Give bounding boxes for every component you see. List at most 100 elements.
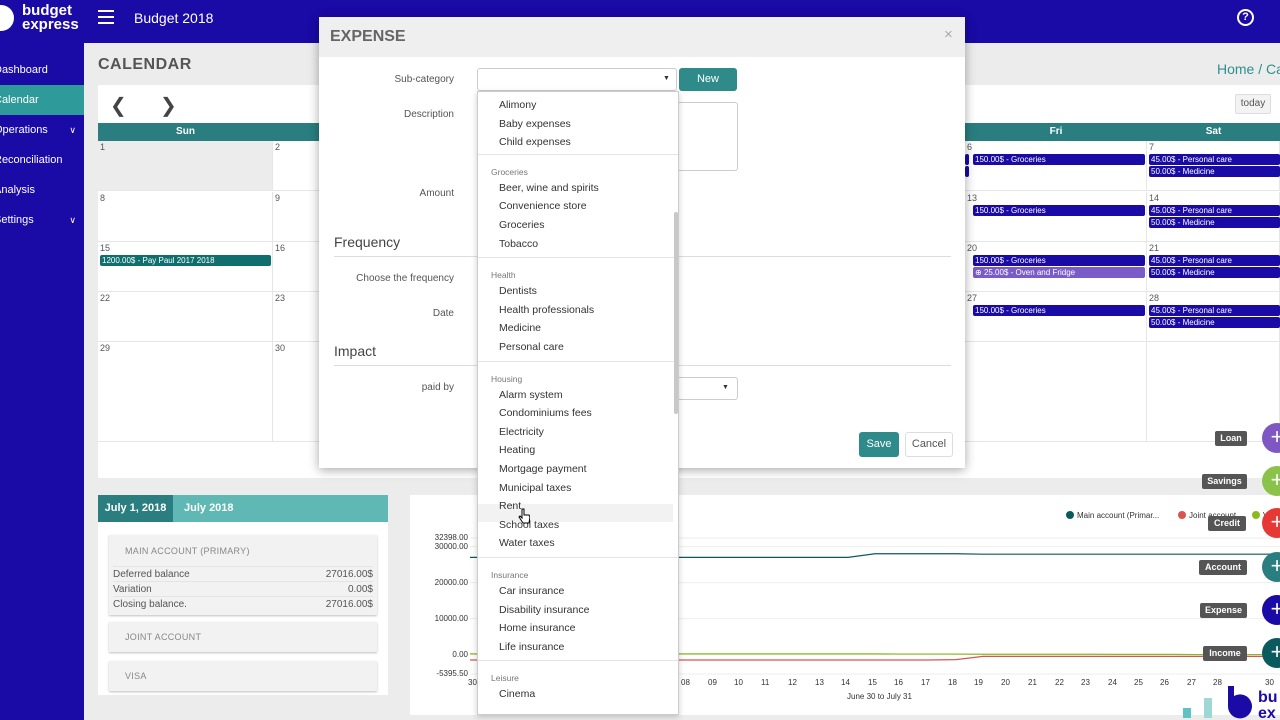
calendar-event[interactable]: 150.00$ - Groceries [973, 305, 1145, 316]
dropdown-option[interactable]: Mortgage payment [499, 463, 587, 475]
day-number: 29 [100, 343, 111, 353]
calendar-day-cell[interactable]: 30 [273, 342, 323, 442]
dropdown-option[interactable]: Tobacco [499, 238, 538, 250]
account-row: Variation 0.00$ [113, 581, 373, 596]
dropdown-separator [478, 360, 678, 362]
dropdown-option[interactable]: Convenience store [499, 200, 587, 212]
y-tick-label: 20000.00 [434, 577, 468, 587]
tab-month[interactable]: July 2018 [173, 495, 388, 522]
calendar-day-cell[interactable]: 16 [273, 242, 323, 292]
sidebar-item-calendar[interactable]: Calendar [0, 85, 84, 115]
sidebar-item-analysis[interactable]: Analysis [0, 175, 84, 205]
dropdown-option[interactable]: Heating [499, 444, 535, 456]
subcategory-label: Sub-category [394, 74, 454, 85]
sidebar-item-reconciliation[interactable]: Reconciliation [0, 145, 84, 175]
visa-account-panel[interactable]: VISA [109, 661, 377, 691]
dropdown-option[interactable]: Car insurance [499, 585, 564, 597]
dropdown-option[interactable]: Municipal taxes [499, 482, 571, 494]
dropdown-option[interactable]: Home insurance [499, 622, 575, 634]
dropdown-option[interactable]: Medicine [499, 322, 541, 334]
logo-line2: express [22, 16, 79, 33]
calendar-event[interactable]: 45.00$ - Personal care [1149, 255, 1280, 266]
fab-label-account: Account [1199, 560, 1247, 575]
calendar-day-cell[interactable]: 1 [98, 141, 273, 191]
calendar-day-cell[interactable]: 23 [273, 292, 323, 342]
calendar-day-cell[interactable] [1147, 342, 1280, 442]
calendar-day-cell[interactable]: 15 [98, 242, 273, 292]
sidebar-item-operations[interactable]: Operations ∨ [0, 115, 84, 145]
calendar-event[interactable]: 1200.00$ - Pay Paul 2017 2018 [100, 255, 271, 266]
legend-swatch [1178, 511, 1186, 519]
calendar-day-cell[interactable]: 2 [273, 141, 323, 191]
y-tick-label: 30000.00 [434, 541, 468, 551]
dropdown-option[interactable]: Groceries [499, 219, 545, 231]
tab-day[interactable]: July 1, 2018 [98, 495, 173, 522]
row-value: 0.00$ [347, 584, 373, 595]
calendar-day-cell[interactable]: 29 [98, 342, 273, 442]
calendar-day-cell[interactable]: 6 [965, 141, 1147, 191]
calendar-day-cell[interactable]: 9 [273, 192, 323, 242]
calendar-day-cell[interactable]: 27 [965, 292, 1147, 342]
dropdown-option[interactable]: Health professionals [499, 304, 594, 316]
dropdown-option[interactable]: Disability insurance [499, 604, 589, 616]
dropdown-separator [478, 557, 678, 558]
today-button[interactable]: today [1235, 94, 1271, 114]
calendar-event[interactable]: 150.00$ - Groceries [973, 154, 1145, 165]
day-number: 7 [1149, 142, 1155, 152]
day-number: 8 [100, 193, 106, 203]
calendar-day-cell[interactable] [965, 342, 1147, 442]
dropdown-option[interactable]: Water taxes [499, 537, 555, 549]
legend-item[interactable]: Main account (Primar... [1066, 511, 1159, 520]
help-icon[interactable]: ? [1237, 9, 1254, 26]
dropdown-option[interactable]: Baby expenses [499, 118, 571, 130]
calendar-event[interactable]: 45.00$ - Personal care [1149, 154, 1280, 165]
dropdown-option[interactable]: Personal care [499, 341, 564, 353]
calendar-day-cell[interactable]: 8 [98, 192, 273, 242]
calendar-event[interactable]: 45.00$ - Personal care [1149, 305, 1280, 316]
calendar-event[interactable]: 50.00$ - Medicine [1149, 267, 1280, 278]
app-logo[interactable]: budget express [22, 3, 79, 33]
calendar-event[interactable]: 45.00$ - Personal care [1149, 205, 1280, 216]
breadcrumb[interactable]: Home / Ca [1217, 61, 1280, 77]
dropdown-option[interactable]: Beer, wine and spirits [499, 182, 599, 194]
sidebar-item-label: Dashboard [0, 64, 48, 76]
cancel-button[interactable]: Cancel [905, 432, 953, 457]
calendar-event[interactable]: 50.00$ - Medicine [1149, 217, 1280, 228]
new-subcategory-button[interactable]: New [679, 68, 737, 91]
hamburger-menu-icon[interactable] [98, 10, 114, 24]
dropdown-option[interactable]: Alimony [499, 99, 536, 111]
dropdown-option[interactable]: Cinema [499, 688, 535, 700]
sidebar-item-label: Reconciliation [0, 154, 63, 166]
main-account-panel[interactable]: MAIN ACCOUNT (PRIMARY) Deferred balance 2… [109, 535, 377, 615]
calendar-event-edge[interactable] [965, 166, 969, 177]
dropdown-option[interactable]: Condominiums fees [499, 407, 592, 419]
calendar-event[interactable]: 50.00$ - Medicine [1149, 166, 1280, 177]
calendar-day-cell[interactable]: 22 [98, 292, 273, 342]
next-month-button[interactable]: ❯ [160, 93, 177, 118]
joint-account-panel[interactable]: JOINT ACCOUNT [109, 622, 377, 652]
caret-down-icon[interactable]: ▼ [722, 384, 729, 391]
sidebar-item-settings[interactable]: Settings ∨ [0, 205, 84, 235]
calendar-event[interactable]: 50.00$ - Medicine [1149, 317, 1280, 328]
dropdown-option[interactable]: Dentists [499, 285, 537, 297]
dropdown-separator [478, 153, 678, 155]
dropdown-option[interactable]: Alarm system [499, 389, 563, 401]
date-label: Date [432, 308, 454, 319]
calendar-day-cell[interactable]: 13 [965, 192, 1147, 242]
subcategory-select[interactable] [477, 68, 677, 91]
calendar-event-edge[interactable] [965, 154, 969, 165]
description-textarea[interactable] [677, 102, 738, 171]
calendar-event[interactable]: 150.00$ - Groceries [973, 255, 1145, 266]
close-icon[interactable]: × [944, 26, 953, 43]
caret-down-icon[interactable]: ▼ [663, 75, 670, 82]
dropdown-option[interactable]: Electricity [499, 426, 544, 438]
save-button[interactable]: Save [859, 432, 899, 457]
add-savings-button[interactable]: + [1262, 466, 1280, 496]
prev-month-button[interactable]: ❮ [110, 93, 127, 118]
dropdown-option[interactable]: Child expenses [499, 136, 571, 148]
sidebar-item-dashboard[interactable]: Dashboard [0, 55, 84, 85]
dropdown-scrollbar[interactable] [674, 212, 678, 414]
calendar-event[interactable]: ⊕ 25.00$ - Oven and Fridge [973, 267, 1145, 278]
dropdown-option[interactable]: Life insurance [499, 641, 564, 653]
calendar-event[interactable]: 150.00$ - Groceries [973, 205, 1145, 216]
